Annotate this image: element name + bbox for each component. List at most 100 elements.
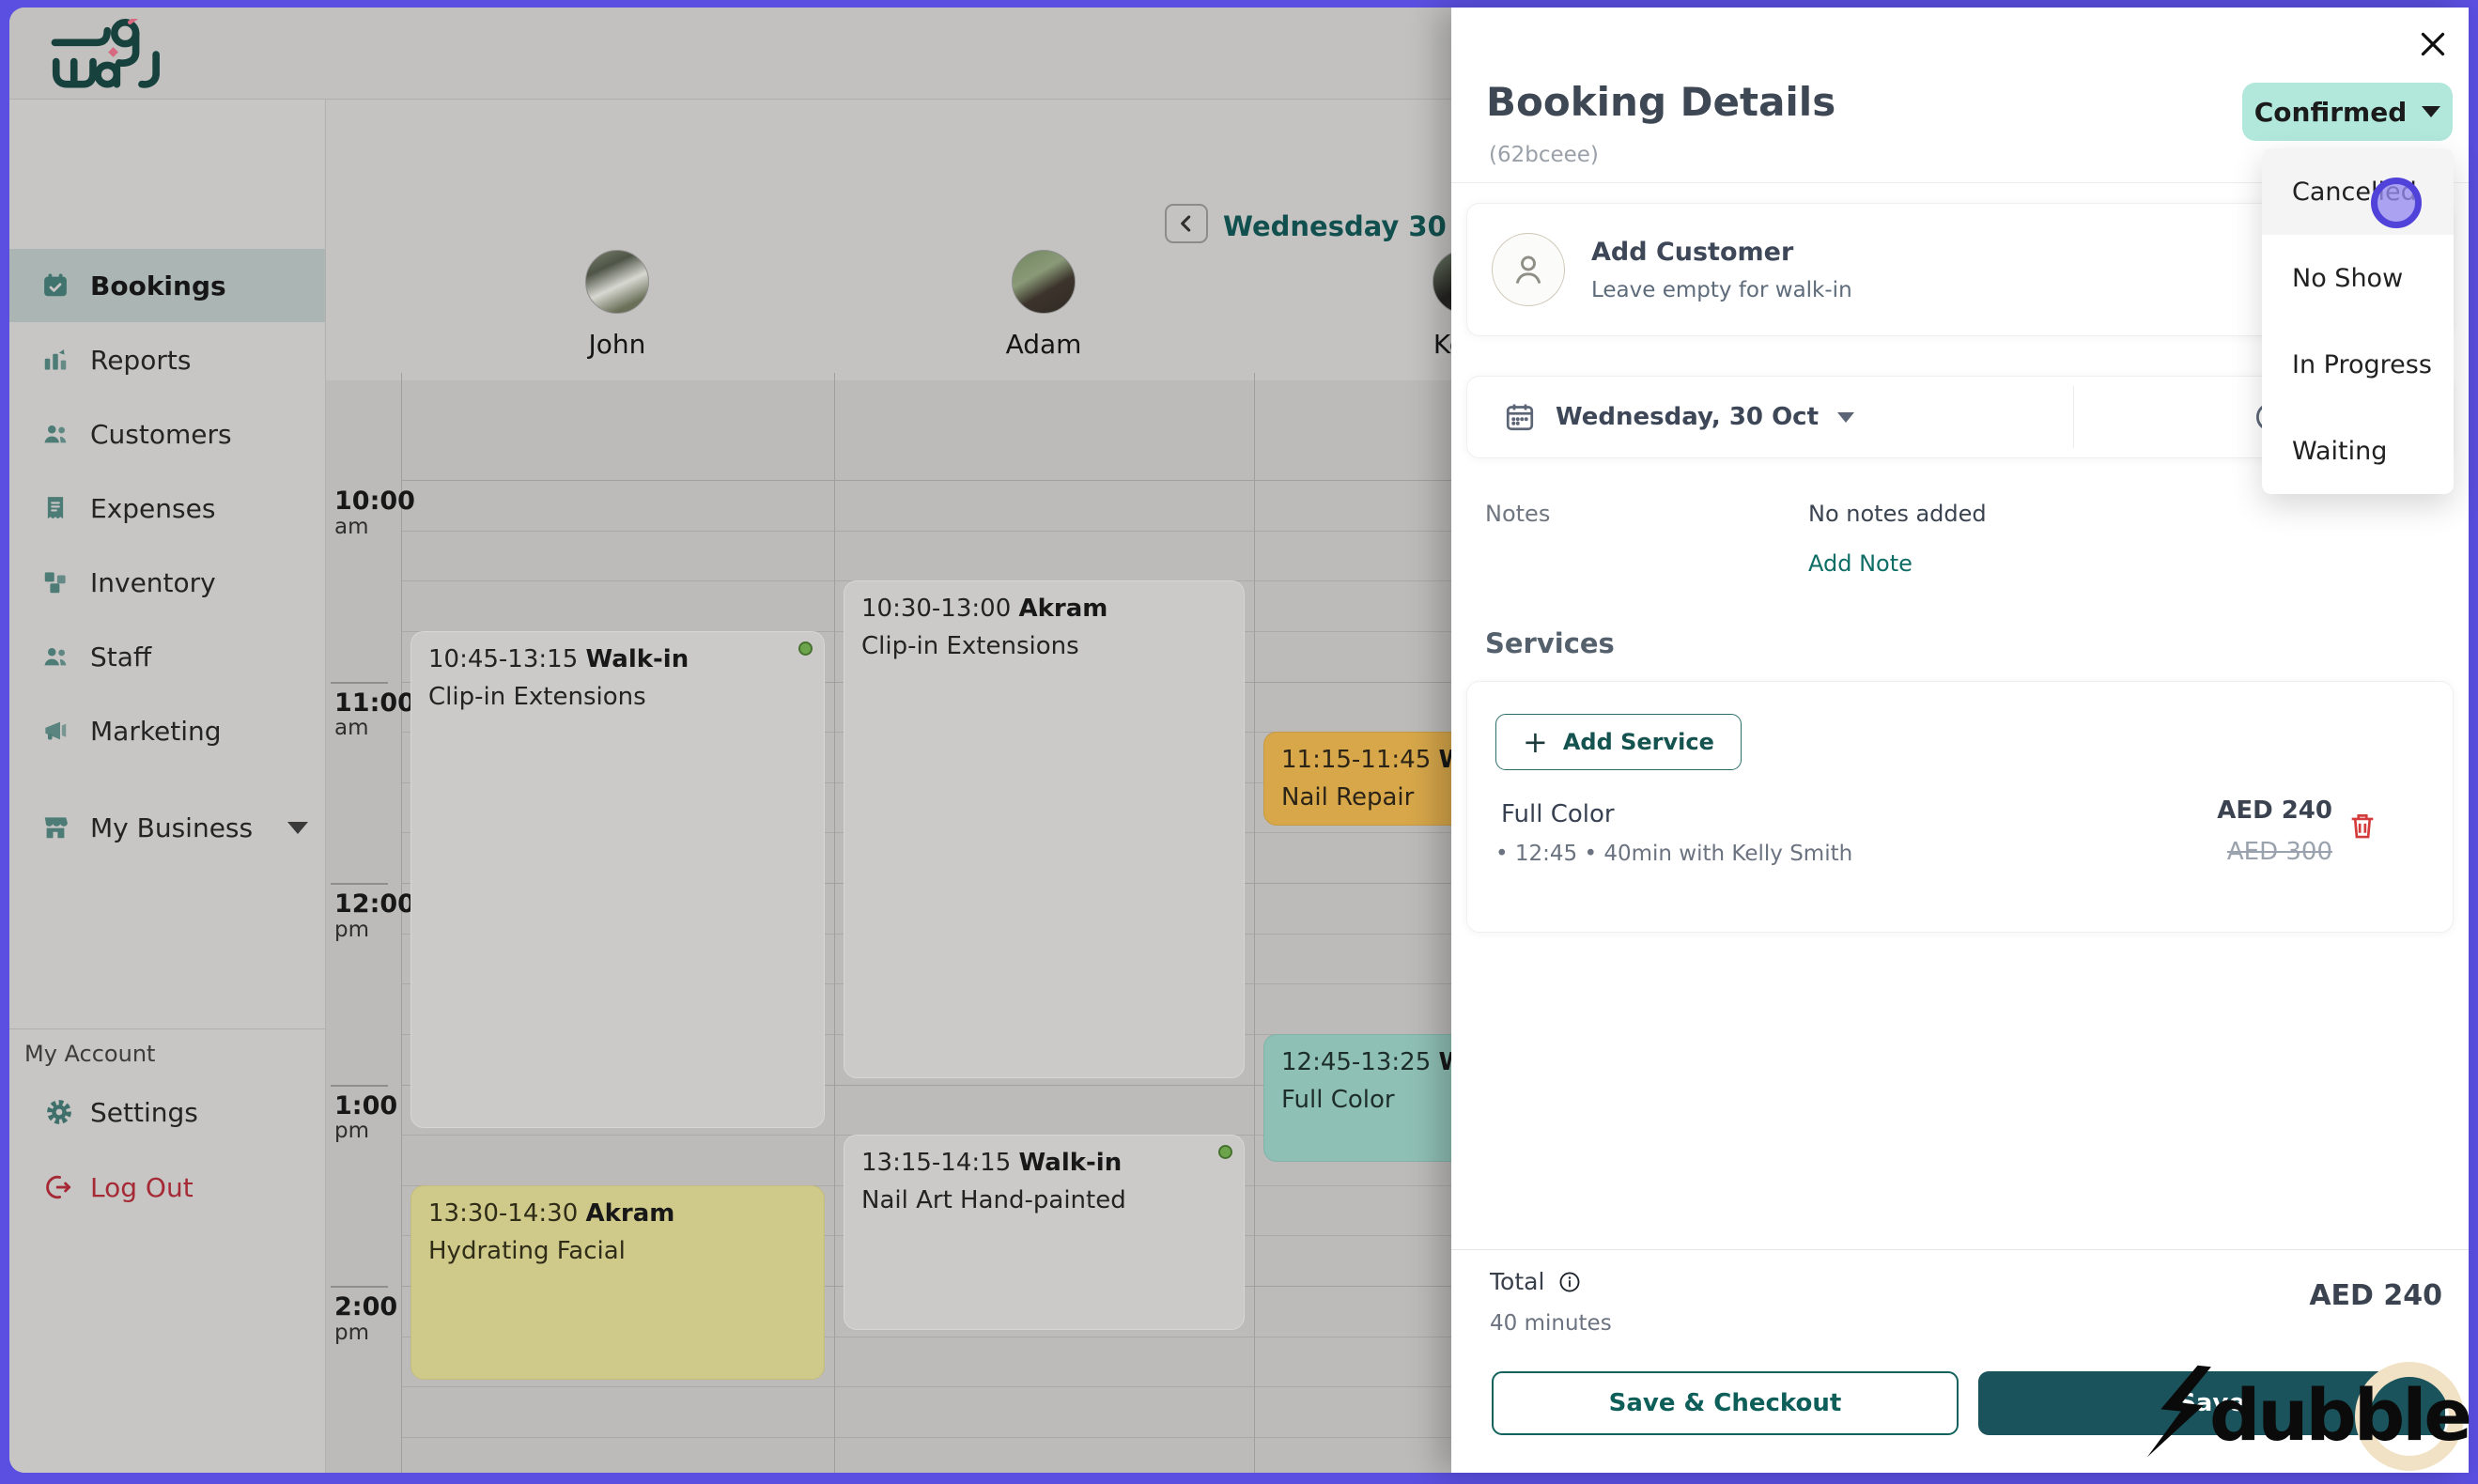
date-field[interactable]: Wednesday, 30 Oct [1467,377,2068,457]
event-service: Clip-in Extensions [428,682,646,711]
event-service: Clip-in Extensions [861,632,1079,661]
store-icon [41,812,71,842]
staff-icon [41,642,71,672]
status-label: Confirmed [2253,96,2408,128]
total-duration: 40 minutes [1490,1311,1612,1336]
time-label: 11:00 am [334,688,415,741]
status-dropdown-button[interactable]: Confirmed [2242,83,2453,141]
time-label: 2:00 pm [334,1292,398,1345]
sidebar-item-customers[interactable]: Customers [9,397,325,471]
gutter-tick [331,1286,388,1288]
total-row: Total [1490,1268,1582,1295]
service-name: Full Color [1501,800,1615,828]
status-menu: Cancelled No Show In Progress Waiting [2262,148,2454,494]
calendar-event[interactable]: 10:45-13:15 Walk-in Clip-in Extensions [410,630,825,1129]
event-time: 10:45-13:15 [428,644,579,673]
event-time: 13:30-14:30 [428,1198,579,1228]
services-heading: Services [1485,627,1615,659]
gutter-tick [331,1084,388,1087]
close-icon[interactable] [2414,26,2452,64]
total-amount: AED 240 [2309,1279,2442,1312]
sidebar: Bookings Reports Customers Expenses Inventor… [9,100,326,1473]
trash-icon[interactable] [2344,806,2381,847]
staff-column-header[interactable]: Adam [950,250,1138,360]
status-menu-item-cancelled[interactable]: Cancelled [2262,148,2454,235]
account-item-label: Settings [90,1096,198,1128]
save-checkout-button[interactable]: Save & Checkout [1492,1371,1959,1435]
customer-text: Add Customer Leave empty for walk-in [1591,238,1852,302]
megaphone-icon [41,716,71,746]
event-time: 10:30-13:00 [861,595,1012,624]
status-dot-icon [798,641,813,656]
add-service-label: Add Service [1562,729,1714,755]
sidebar-item-reports[interactable]: Reports [9,323,325,396]
calendar-event[interactable]: 13:30-14:30 Akram Hydrating Facial [410,1184,825,1381]
event-customer: Walk-in [1018,1149,1123,1178]
bar-chart-icon [41,345,71,375]
cursor-indicator [2371,178,2422,228]
info-icon[interactable] [1557,1270,1582,1294]
sidebar-item-label: My Business [90,812,254,843]
status-menu-item-no-show[interactable]: No Show [2262,235,2454,321]
sidebar-item-marketing[interactable]: Marketing [9,694,325,767]
service-price: AED 240 [2217,796,2332,825]
users-icon [41,419,71,449]
sidebar-item-label: Staff [90,641,152,672]
services-card: + Add Service Full Color • 12:45 • 40min … [1466,681,2454,933]
date-field-value: Wednesday, 30 Oct [1556,403,1820,431]
add-note-link[interactable]: Add Note [1808,550,1913,577]
modal-title: Booking Details [1486,79,1836,125]
sidebar-item-label: Customers [90,418,232,450]
calendar-event[interactable]: 10:30-13:00 Akram Clip-in Extensions [844,580,1245,1078]
staff-column-header[interactable]: John [523,250,711,360]
add-customer-subtitle: Leave empty for walk-in [1591,277,1852,302]
gutter-tick [331,681,388,684]
staff-name: Adam [1005,329,1082,360]
gear-icon [45,1097,75,1127]
service-original-price: AED 300 [2226,838,2332,866]
sidebar-item-bookings[interactable]: Bookings [9,249,325,322]
app-window: Bookings Reports Customers Expenses Inventor… [0,0,2478,1484]
sidebar-item-settings[interactable]: Settings [9,1082,325,1142]
boxes-icon [41,567,71,597]
sidebar-item-staff[interactable]: Staff [9,620,325,693]
account-section-label: My Account [24,1041,156,1067]
receipt-icon [41,493,71,523]
sidebar-item-log-out[interactable]: Log Out [9,1157,325,1217]
staff-avatar [1012,250,1076,314]
time-label: 12:00 pm [334,889,415,942]
event-time: 12:45-13:25 [1281,1047,1432,1076]
logout-icon [45,1172,75,1202]
sidebar-item-inventory[interactable]: Inventory [9,546,325,619]
sidebar-item-label: Bookings [90,270,226,301]
staff-name: John [588,329,646,360]
status-menu-item-in-progress[interactable]: In Progress [2262,321,2454,408]
time-label: 1:00 pm [334,1090,398,1144]
staff-avatar [585,250,649,314]
calendar-event[interactable]: 13:15-14:15 Walk-in Nail Art Hand-painted [844,1135,1245,1330]
sidebar-item-label: Reports [90,344,192,376]
event-customer: Walk-in [585,644,689,673]
dubble-logo-icon [2146,1365,2211,1458]
previous-day-button[interactable] [1165,204,1208,243]
customer-avatar-placeholder [1492,233,1565,306]
plus-icon: + [1523,724,1548,760]
notes-label: Notes [1485,501,1551,527]
status-menu-item-waiting[interactable]: Waiting [2262,408,2454,494]
event-customer: Akram [1018,595,1108,624]
sidebar-item-expenses[interactable]: Expenses [9,471,325,545]
add-service-button[interactable]: + Add Service [1495,714,1742,770]
sidebar-item-my-business[interactable]: My Business [9,791,325,864]
event-time: 11:15-11:45 [1281,746,1432,775]
caret-down-icon [2422,106,2441,117]
divider [9,1028,325,1029]
column-divider [834,373,835,1473]
total-label: Total [1490,1268,1545,1295]
status-dot-icon [1218,1145,1232,1160]
event-service: Nail Art Hand-painted [861,1186,1126,1215]
service-item: Full Color • 12:45 • 40min with Kelly Smi… [1467,793,2453,896]
event-time: 13:15-14:15 [861,1149,1012,1178]
column-divider [1254,373,1255,1473]
sidebar-item-label: Inventory [90,566,216,598]
service-details: • 12:45 • 40min with Kelly Smith [1495,842,1853,866]
